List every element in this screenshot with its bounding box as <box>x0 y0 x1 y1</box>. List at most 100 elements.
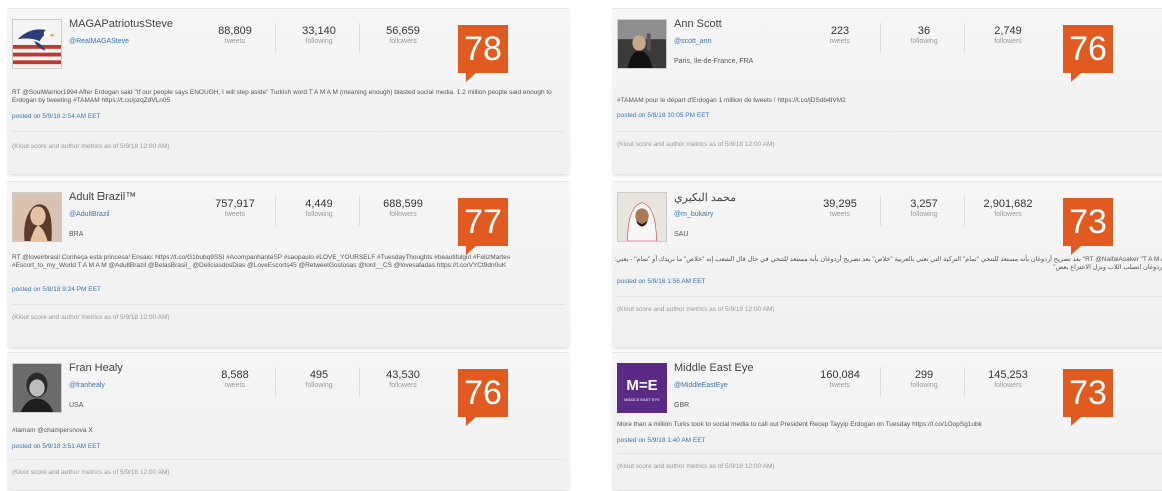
metrics-footnote: (Klout score and author metrics as of 5/… <box>12 314 170 321</box>
tweets-count: 39,295 <box>823 198 857 210</box>
followers-count: 2,901,682 <box>983 198 1033 210</box>
author-name[interactable]: Fran Healy <box>69 362 123 374</box>
avatar[interactable] <box>617 19 667 69</box>
metrics-footnote: (Klout score and author metrics as of 5/… <box>12 143 170 150</box>
author-handle[interactable]: @m_bukairy <box>674 211 713 218</box>
tweet-text: RT @NaifalAsaker "T A M A M" بعد تصريح أ… <box>614 256 1162 271</box>
logo-text: M=E <box>626 377 657 394</box>
author-handle[interactable]: @franhealy <box>69 382 105 389</box>
stat-following: 3,257 following <box>884 198 964 218</box>
following-count: 36 <box>917 25 931 37</box>
divider <box>12 304 564 305</box>
tweets-count: 160,084 <box>820 369 860 381</box>
avatar[interactable] <box>12 192 62 242</box>
stat-tweets: 39,295 tweets <box>800 198 880 218</box>
tweet-text: RT @SoulWarrior1994 After Erdogan said "… <box>12 89 552 104</box>
divider <box>359 367 360 397</box>
middle-east-eye-logo-icon: M=E MIDDLE EAST EYE <box>617 363 667 413</box>
divider <box>964 23 965 53</box>
author-name[interactable]: Adult ᗷrazil™ <box>69 191 136 204</box>
following-label: following <box>305 382 333 389</box>
tweet-text: More than a million Turks took to social… <box>617 421 982 428</box>
divider <box>275 23 276 53</box>
author-handle[interactable]: @MiddleEastEye <box>674 382 728 389</box>
tweet-text: RT @loveirbrasil Conheça esta princesa! … <box>12 254 511 269</box>
author-name[interactable]: محمد البكيري <box>674 191 736 204</box>
author-card: M=E MIDDLE EAST EYE Middle East Eye @Mid… <box>612 352 1162 490</box>
tweets-count: 757,917 <box>215 198 255 210</box>
person-photo-avatar-icon <box>13 193 61 241</box>
author-name[interactable]: MAGAPatriotusSteve <box>69 18 173 30</box>
author-location: Paris, Ile-de-France, FRA <box>674 58 754 65</box>
following-count: 4,449 <box>305 198 333 210</box>
tweets-count: 8,588 <box>221 369 249 381</box>
divider <box>964 196 965 226</box>
followers-count: 43,530 <box>386 369 420 381</box>
following-count: 33,140 <box>302 25 336 37</box>
followers-label: followers <box>994 38 1022 45</box>
tweets-label: tweets <box>224 382 246 389</box>
followers-count: 2,749 <box>994 25 1022 37</box>
stat-followers: 145,253 followers <box>968 369 1048 389</box>
metrics-footnote: (Klout score and author metrics as of 5/… <box>617 463 775 470</box>
divider <box>12 459 564 460</box>
klout-score-badge: 78 <box>458 25 508 82</box>
person-photo-avatar-icon <box>13 364 61 412</box>
tweets-label: tweets <box>829 382 851 389</box>
followers-count: 688,599 <box>383 198 423 210</box>
posted-date-link[interactable]: posted on 5/9/18 2:54 AM EET <box>12 113 101 120</box>
avatar[interactable] <box>12 363 62 413</box>
author-location: USA <box>69 402 84 409</box>
author-location: BRA <box>69 231 84 238</box>
following-count: 299 <box>914 369 934 381</box>
stat-followers: 688,599 followers <box>363 198 443 218</box>
followers-label: followers <box>389 38 417 45</box>
avatar[interactable] <box>12 19 62 69</box>
author-name[interactable]: Middle East Eye <box>674 362 753 374</box>
divider <box>275 196 276 226</box>
posted-date-link[interactable]: posted on 5/9/18 3:51 AM EET <box>12 443 101 450</box>
metrics-footnote: (Klout score and author metrics as of 5/… <box>617 306 775 313</box>
stat-followers: 2,901,682 followers <box>968 198 1048 218</box>
person-photo-avatar-icon <box>618 193 666 241</box>
logo-subtext: MIDDLE EAST EYE <box>624 397 660 402</box>
author-handle[interactable]: @RealMAGASteve <box>69 38 129 45</box>
metrics-footnote: (Klout score and author metrics as of 5/… <box>617 141 775 148</box>
stat-following: 33,140 following <box>279 25 359 45</box>
followers-label: followers <box>994 382 1022 389</box>
posted-date-link[interactable]: posted on 5/9/18 1:56 AM EET <box>617 278 706 285</box>
stat-followers: 43,530 followers <box>363 369 443 389</box>
posted-date-link[interactable]: posted on 5/8/18 10:05 PM EET <box>617 112 710 119</box>
author-name[interactable]: Ann Scott <box>674 18 722 30</box>
tweets-label: tweets <box>224 211 246 218</box>
followers-label: followers <box>994 211 1022 218</box>
stat-tweets: 8,588 tweets <box>195 369 275 389</box>
author-card: Ann Scott @scott_ann Paris, Ile-de-Franc… <box>612 8 1162 174</box>
tweets-label: tweets <box>224 38 246 45</box>
tweets-label: tweets <box>829 211 851 218</box>
tweets-count: 223 <box>830 25 850 37</box>
divider <box>880 367 881 397</box>
following-count: 3,257 <box>910 198 938 210</box>
following-label: following <box>910 382 938 389</box>
avatar[interactable]: M=E MIDDLE EAST EYE <box>617 363 667 413</box>
author-card: Adult ᗷrazil™ @AdultBrazil BRA 757,917 t… <box>7 181 570 347</box>
posted-date-link[interactable]: posted on 5/9/18 1:40 AM EET <box>617 437 706 444</box>
stat-followers: 2,749 followers <box>968 25 1048 45</box>
divider <box>880 23 881 53</box>
divider <box>359 196 360 226</box>
avatar[interactable] <box>617 192 667 242</box>
divider <box>275 367 276 397</box>
stat-tweets: 223 tweets <box>800 25 880 45</box>
posted-date-link[interactable]: posted on 5/8/18 9:24 PM EET <box>12 286 101 293</box>
author-handle[interactable]: @scott_ann <box>674 38 711 45</box>
author-card: MAGAPatriotusSteve @RealMAGASteve 88,809… <box>7 8 570 174</box>
followers-count: 145,253 <box>988 369 1028 381</box>
divider <box>880 196 881 226</box>
divider <box>617 131 1162 132</box>
stat-tweets: 160,084 tweets <box>800 369 880 389</box>
tweet-text: #tamam @champersnova X <box>12 427 93 434</box>
author-handle[interactable]: @AdultBrazil <box>69 211 110 218</box>
following-label: following <box>305 211 333 218</box>
author-card: Fran Healy @franhealy USA 8,588 tweets 4… <box>7 352 570 490</box>
